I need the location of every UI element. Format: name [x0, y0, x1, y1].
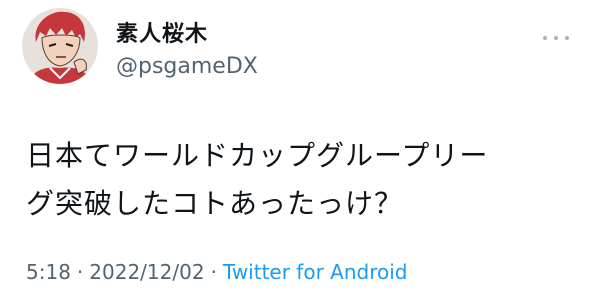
avatar[interactable] [22, 8, 98, 84]
display-name[interactable]: 素人桜木 [116, 16, 208, 48]
avatar-image [22, 8, 98, 84]
tweet-meta: 5:18 · 2022/12/02 · Twitter for Android [26, 260, 408, 284]
tweet-text-line: グ突破したコトあったっけ？ [26, 187, 404, 220]
tweet-date[interactable]: 2022/12/02 [89, 260, 204, 284]
tweet-text: 日本てワールドカップグループリー グ突破したコトあったっけ？ [26, 132, 586, 228]
tweet-source-link[interactable]: Twitter for Android [223, 260, 408, 284]
more-options-button[interactable] [530, 26, 570, 50]
more-horizontal-icon [542, 35, 570, 41]
meta-separator: · [76, 260, 84, 284]
meta-separator: · [210, 260, 217, 284]
tweet-time[interactable]: 5:18 [26, 260, 71, 284]
user-handle[interactable]: @psgameDX [116, 54, 258, 79]
tweet-card: 素人桜木 @psgameDX 日本てワールドカップグループリー グ突破したコトあ… [0, 0, 600, 297]
tweet-text-line: 日本てワールドカップグループリー [26, 139, 489, 172]
